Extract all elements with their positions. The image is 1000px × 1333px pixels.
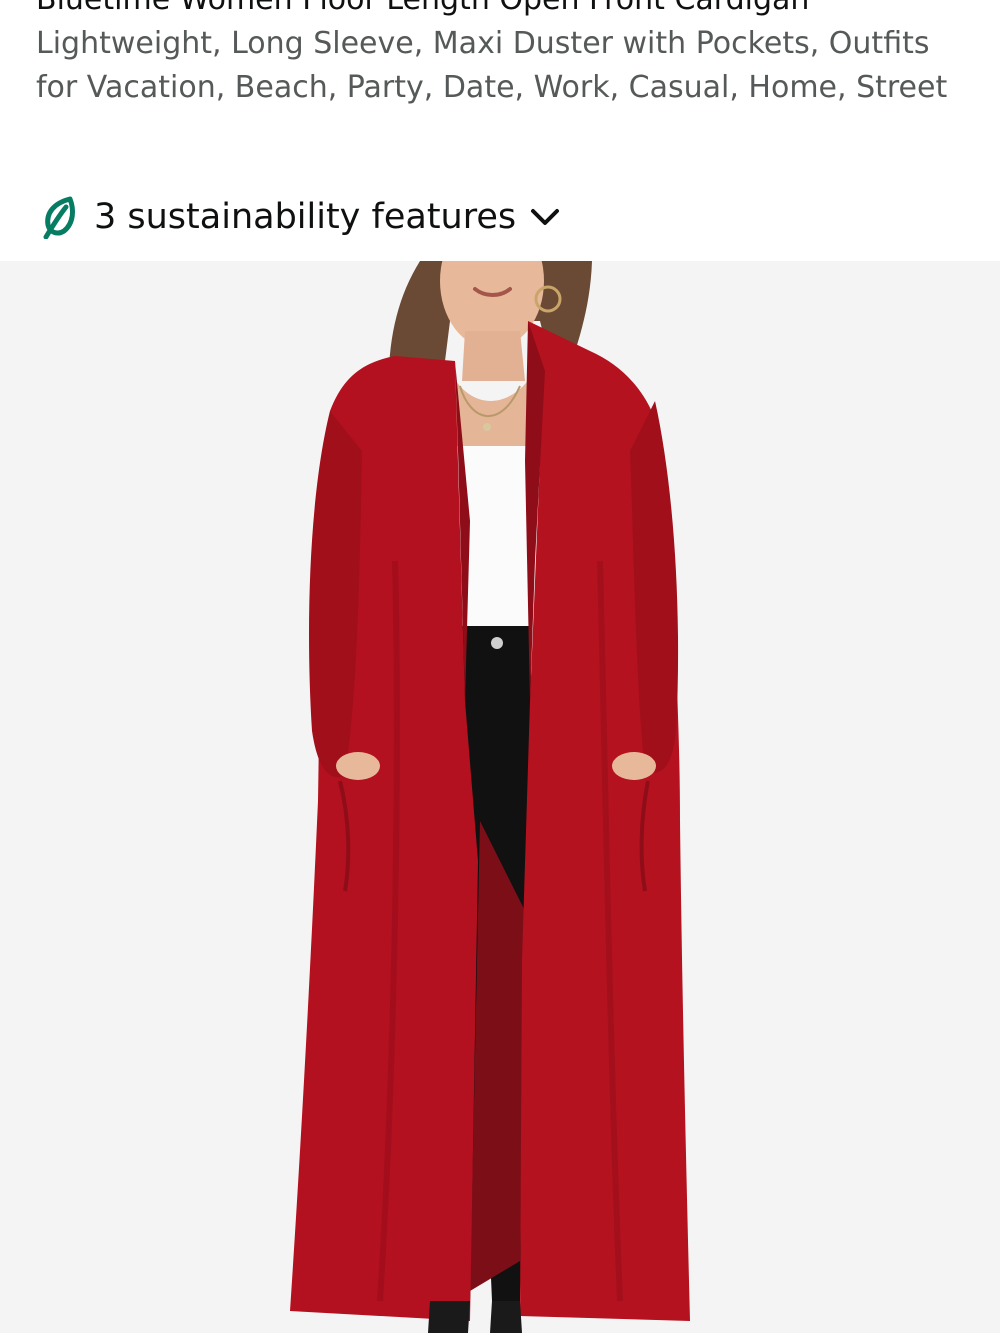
sustainability-features-label: 3 sustainability features — [94, 197, 517, 237]
leaf-icon — [40, 195, 80, 240]
product-page: Bluetime Women Floor Length Open Front C… — [0, 0, 1000, 1333]
product-title-brand-line: Bluetime Women Floor Length Open Front C… — [36, 0, 976, 22]
product-image[interactable] — [0, 261, 1000, 1333]
chevron-down-icon — [530, 206, 560, 228]
sustainability-features-toggle[interactable]: 3 sustainability features — [40, 190, 560, 244]
product-photo-illustration — [0, 261, 1000, 1333]
product-title-description: Lightweight, Long Sleeve, Maxi Duster wi… — [36, 26, 948, 105]
product-title[interactable]: Bluetime Women Floor Length Open Front C… — [36, 0, 976, 110]
